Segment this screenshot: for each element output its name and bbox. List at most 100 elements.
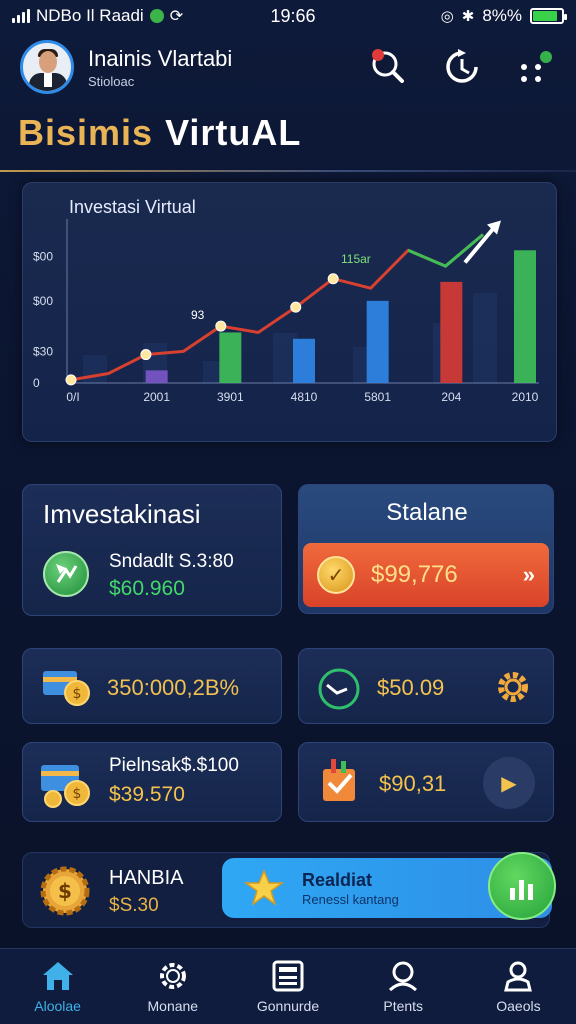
card-coins-icon: $ (41, 665, 93, 709)
chevron-right-icon: » (522, 562, 535, 587)
chart-point (327, 273, 339, 285)
avatar[interactable] (20, 40, 74, 94)
investment-label: Sndadlt S.3:80 (109, 551, 234, 572)
balance-card-title: Stalane (386, 499, 468, 526)
y-tick-label: $00 (33, 250, 53, 264)
star-icon (243, 868, 285, 913)
status-time: 19:66 (270, 5, 316, 26)
user-name: Inainis Vlartabi (88, 45, 233, 71)
nav-label-calculator: Gonnurde (256, 997, 320, 1014)
chart-bar (514, 250, 536, 383)
stat-value-4: $90,31 (379, 771, 447, 796)
stat-value-5: $S.30 (109, 895, 159, 916)
header-icons (368, 47, 556, 87)
page-title-part2: VirtuAL (165, 112, 302, 153)
play-button[interactable]: ▶ (483, 757, 535, 809)
x-tick-label: 2010 (512, 390, 539, 404)
search-icon[interactable] (368, 47, 408, 87)
skyline-bar (83, 355, 107, 383)
chart-line-up (407, 233, 484, 268)
real-action-button[interactable]: Realdiat Renessl kantang (222, 852, 556, 920)
status-bar: NDBo Il Raadi ⟳ 19:66 ◎ ✱ 8%% (0, 0, 576, 32)
balance-value: $99,776 (371, 561, 458, 588)
gear-icon[interactable] (493, 667, 533, 712)
stat-label-3: Pielnsak$.$100 (109, 755, 239, 776)
refresh-icon[interactable] (442, 47, 482, 87)
chart-point (140, 349, 152, 361)
chart-point (215, 320, 227, 332)
growth-chart-icon[interactable] (488, 852, 556, 920)
chart-bar (366, 300, 389, 383)
investment-value: $60.960 (109, 577, 185, 600)
svg-text:$: $ (73, 786, 82, 802)
x-tick-label: 5801 (364, 390, 391, 404)
user-icon (389, 961, 418, 991)
user-info: Inainis Vlartabi Stioloac (88, 46, 368, 89)
balance-card[interactable]: Stalane ✓ $99,776 » (298, 484, 554, 614)
wallet-coins-icon: $ (39, 759, 97, 814)
status-left: NDBo Il Raadi ⟳ (12, 6, 242, 26)
x-tick-label: 2001 (143, 390, 170, 404)
gear-icon (159, 962, 186, 989)
sync-icon: ⟳ (169, 8, 184, 25)
investment-card[interactable]: Imvestakinasi Sndadlt S.3:80 $60.960 (22, 484, 282, 616)
bluetooth-icon: ✱ (461, 8, 475, 25)
nav-item-money[interactable]: Monane (115, 949, 230, 1024)
real-button-title: Realdiat (302, 870, 373, 890)
header: Inainis Vlartabi Stioloac (0, 36, 576, 98)
person-icon (504, 961, 533, 991)
stat-card-left-2[interactable]: $ Pielnsak$.$100 $39.570 (22, 742, 282, 822)
balance-pill[interactable]: ✓ $99,776 » (303, 543, 549, 607)
nav-item-calculator[interactable]: Gonnurde (230, 949, 345, 1024)
nav-label-clients: Ptents (383, 997, 424, 1014)
chart-card[interactable]: 0 $30 $00 $00 0/I 2001 3901 4810 5801 204 2010 115a… (22, 182, 557, 442)
svg-text:$: $ (73, 686, 82, 702)
home-icon (42, 961, 73, 990)
chart-point (65, 374, 77, 386)
investment-card-title: Imvestakinasi (43, 499, 201, 529)
stat-title-5: HANBIA (109, 867, 184, 889)
nav-item-clients[interactable]: Ptents (346, 949, 461, 1024)
battery-text: 8%% (482, 6, 522, 25)
notification-dot-icon (149, 9, 164, 23)
y-tick-label: $30 (33, 344, 53, 358)
chart-annotation: 93 (191, 308, 205, 322)
stat-card-left-1[interactable]: $ 350:000,2B% (22, 648, 282, 724)
chart-bar (145, 370, 168, 383)
battery-icon (530, 8, 567, 24)
x-tick-label: 3901 (217, 390, 244, 404)
page-title: Bisimis VirtuAL (18, 112, 301, 154)
nav-label-home: Aloolae (34, 997, 81, 1014)
real-button-subtitle: Renessl kantang (302, 892, 399, 907)
skyline-bar (473, 293, 497, 383)
stat-value-3: $39.570 (109, 783, 185, 806)
status-right: ◎ ✱ 8%% (344, 6, 567, 26)
menu-dots-icon[interactable] (516, 47, 556, 87)
x-tick-label: 204 (441, 390, 461, 404)
battery-fill (533, 11, 557, 21)
stat-card-right-2[interactable]: $90,31 ▶ (298, 742, 554, 822)
nav-item-home[interactable]: Aloolae (0, 949, 115, 1024)
carrier-text: NDBo Il Raadi (36, 6, 144, 25)
y-tick-label: 0 (33, 376, 40, 390)
check-coin-icon: ✓ (317, 556, 355, 594)
chart-bar (440, 281, 463, 383)
nav-item-profile[interactable]: Oaeols (461, 949, 576, 1024)
investment-chart: 0 $30 $00 $00 0/I 2001 3901 4810 5801 204 2010 115a… (33, 219, 539, 404)
chart-title: Investasi Virtual (69, 197, 196, 217)
y-tick-label: $00 (33, 294, 53, 308)
signal-icon (12, 9, 30, 23)
nav-label-money: Monane (147, 997, 199, 1014)
x-tick-label: 0/I (66, 390, 79, 404)
x-tick-label: 4810 (291, 390, 318, 404)
trend-icon (317, 667, 361, 716)
chart-bar (219, 332, 242, 383)
play-icon: ▶ (501, 772, 517, 795)
investment-coin-icon (43, 551, 89, 597)
dollar-badge-icon: $ (39, 865, 91, 922)
stat-value-1: 350:000,2B% (107, 675, 240, 700)
alarm-icon: ◎ (440, 8, 454, 25)
user-subtitle: Stioloac (88, 73, 135, 89)
chart-annotation: 115ar (341, 252, 371, 266)
stat-card-right-1[interactable]: $50.09 (298, 648, 554, 724)
